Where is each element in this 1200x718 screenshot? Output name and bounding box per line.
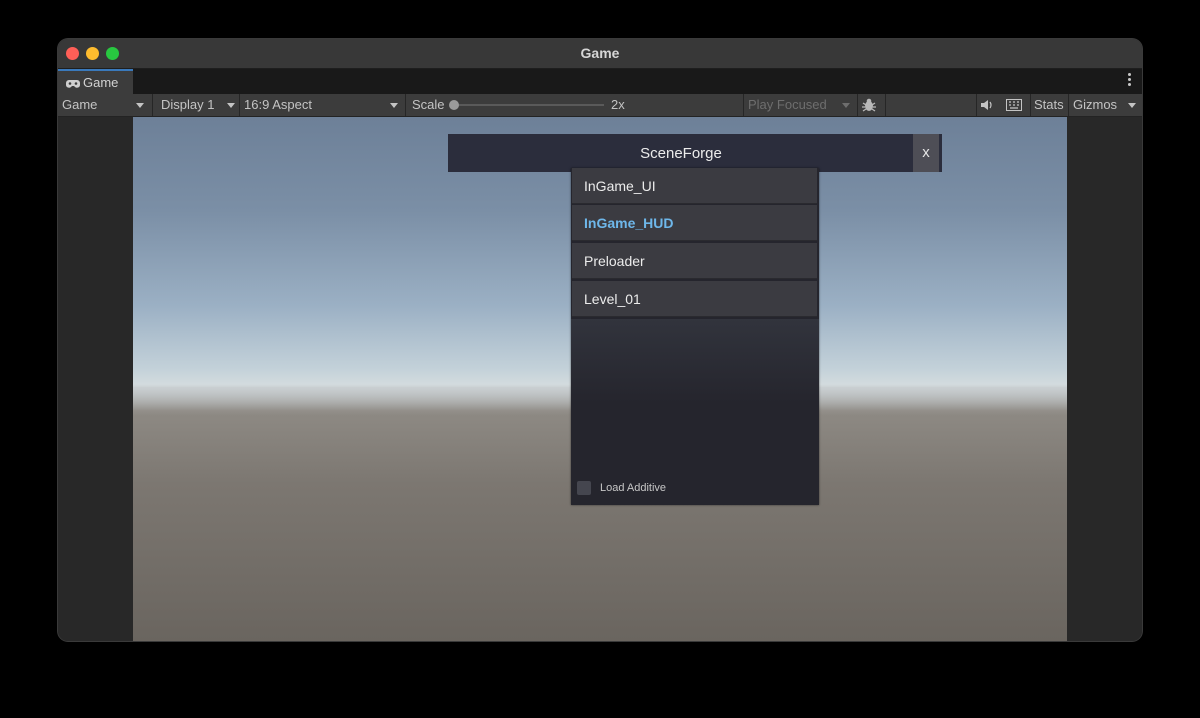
more-options-icon[interactable] <box>1126 73 1132 88</box>
window-title: Game <box>580 45 620 61</box>
gizmos-label: Gizmos <box>1073 97 1118 112</box>
gamepad-icon <box>66 77 80 92</box>
keyboard-icon[interactable] <box>1006 94 1028 116</box>
tab-bar: Game <box>58 69 1142 94</box>
scene-list-empty-area <box>571 319 819 505</box>
scene-list-panel: InGame_UI InGame_HUD Preloader Level_01 … <box>571 168 819 505</box>
scale-slider-track[interactable] <box>458 104 604 106</box>
scene-item-level-01[interactable]: Level_01 <box>572 281 817 317</box>
tab-game[interactable]: Game <box>58 69 133 94</box>
game-toolbar: Game Display 1 16:9 Aspect Scale 2x Play… <box>58 94 1142 117</box>
viewport-letterbox-left <box>58 117 133 641</box>
view-mode-label: Game <box>62 97 98 112</box>
game-view[interactable]: SceneForge x InGame_UI InGame_HUD Preloa… <box>133 117 1067 641</box>
game-window: Game Game Game Display 1 16:9 Aspect Sca… <box>58 39 1142 641</box>
display-dropdown[interactable]: Display 1 <box>161 94 241 116</box>
chevron-down-icon <box>1128 103 1136 108</box>
chevron-down-icon <box>136 103 144 108</box>
scene-item-label: Level_01 <box>584 291 641 307</box>
gizmos-dropdown[interactable]: Gizmos <box>1073 94 1142 116</box>
speaker-icon[interactable] <box>980 94 1002 116</box>
scene-item-ingame-hud[interactable]: InGame_HUD <box>572 205 817 241</box>
load-additive-checkbox[interactable] <box>577 481 591 495</box>
scene-item-ingame-ui[interactable]: InGame_UI <box>572 168 817 204</box>
chevron-down-icon <box>390 103 398 108</box>
stats-button[interactable]: Stats <box>1034 94 1064 116</box>
scale-value: 2x <box>611 97 625 112</box>
bug-icon[interactable] <box>861 94 883 116</box>
title-bar: Game <box>58 39 1142 69</box>
scale-label: Scale <box>412 97 445 112</box>
chevron-down-icon <box>842 103 850 108</box>
scene-item-label: InGame_HUD <box>584 215 674 231</box>
aspect-label: 16:9 Aspect <box>244 97 312 112</box>
scene-item-label: InGame_UI <box>584 178 656 194</box>
view-mode-dropdown[interactable]: Game <box>62 94 150 116</box>
scene-item-label: Preloader <box>584 253 645 269</box>
viewport-letterbox-right <box>1067 117 1142 641</box>
scale-slider-thumb[interactable] <box>449 100 459 110</box>
aspect-dropdown[interactable]: 16:9 Aspect <box>244 94 404 116</box>
tab-game-label: Game <box>83 75 119 90</box>
load-additive-label: Load Additive <box>600 482 667 494</box>
chevron-down-icon <box>227 103 235 108</box>
sceneforge-title: SceneForge <box>640 145 722 162</box>
sceneforge-header: SceneForge x <box>448 134 942 172</box>
sceneforge-close-button[interactable]: x <box>913 134 939 172</box>
display-label: Display 1 <box>161 97 215 112</box>
scene-item-preloader[interactable]: Preloader <box>572 243 817 279</box>
play-mode-dropdown[interactable]: Play Focused <box>748 94 856 116</box>
play-mode-label: Play Focused <box>748 97 827 112</box>
